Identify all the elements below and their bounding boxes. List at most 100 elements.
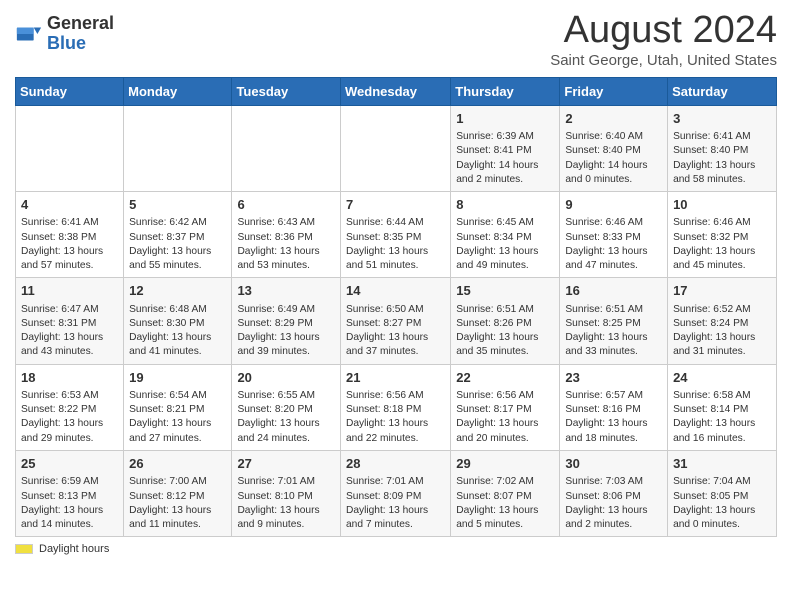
calendar-header-row: SundayMondayTuesdayWednesdayThursdayFrid… bbox=[16, 77, 777, 105]
calendar-cell-1-2: 6 Sunrise: 6:43 AM Sunset: 8:36 PM Daylig… bbox=[232, 192, 341, 278]
day-info: Sunrise: 6:56 AM Sunset: 8:17 PM Dayligh… bbox=[456, 389, 554, 446]
calendar-cell-4-2: 27Sunrise: 7:01 AM Sunset: 8:10 PM Dayli… bbox=[232, 451, 341, 537]
logo-icon bbox=[15, 20, 43, 48]
day-number: 10 bbox=[673, 196, 771, 214]
calendar-week-1: 1 Sunrise: 6:39 AM Sunset: 8:41 PM Daylig… bbox=[16, 105, 777, 191]
day-info: Sunrise: 6:49 AM Sunset: 8:29 PM Dayligh… bbox=[237, 303, 335, 360]
daylight-label: Daylight hours bbox=[39, 543, 109, 555]
day-number: 30 bbox=[565, 455, 662, 473]
day-info: Sunrise: 6:41 AM Sunset: 8:40 PM Dayligh… bbox=[673, 130, 771, 187]
calendar-cell-1-0: 4 Sunrise: 6:41 AM Sunset: 8:38 PM Daylig… bbox=[16, 192, 124, 278]
calendar-cell-4-5: 30 Sunrise: 7:03 AM Sunset: 8:06 PM Dayli… bbox=[560, 451, 668, 537]
calendar-cell-3-4: 22 Sunrise: 6:56 AM Sunset: 8:17 PM Dayli… bbox=[451, 364, 560, 450]
calendar-cell-2-5: 16 Sunrise: 6:51 AM Sunset: 8:25 PM Dayli… bbox=[560, 278, 668, 364]
day-info: Sunrise: 7:00 AM Sunset: 8:12 PM Dayligh… bbox=[129, 475, 226, 532]
header: General Blue August 2024 Saint George, U… bbox=[15, 10, 777, 69]
day-info: Sunrise: 6:51 AM Sunset: 8:26 PM Dayligh… bbox=[456, 303, 554, 360]
calendar-cell-3-2: 20 Sunrise: 6:55 AM Sunset: 8:20 PM Dayli… bbox=[232, 364, 341, 450]
day-number: 29 bbox=[456, 455, 554, 473]
day-number: 8 bbox=[456, 196, 554, 214]
logo: General Blue bbox=[15, 10, 114, 54]
title-area: August 2024 Saint George, Utah, United S… bbox=[550, 10, 777, 69]
day-number: 15 bbox=[456, 282, 554, 300]
day-info: Sunrise: 6:44 AM Sunset: 8:35 PM Dayligh… bbox=[346, 216, 445, 273]
day-info: Sunrise: 6:53 AM Sunset: 8:22 PM Dayligh… bbox=[21, 389, 118, 446]
day-info: Sunrise: 6:52 AM Sunset: 8:24 PM Dayligh… bbox=[673, 303, 771, 360]
day-info: Sunrise: 6:43 AM Sunset: 8:36 PM Dayligh… bbox=[237, 216, 335, 273]
calendar-cell-2-6: 17Sunrise: 6:52 AM Sunset: 8:24 PM Dayli… bbox=[668, 278, 777, 364]
calendar-cell-2-0: 11Sunrise: 6:47 AM Sunset: 8:31 PM Dayli… bbox=[16, 278, 124, 364]
calendar-cell-4-1: 26Sunrise: 7:00 AM Sunset: 8:12 PM Dayli… bbox=[124, 451, 232, 537]
day-info: Sunrise: 6:46 AM Sunset: 8:32 PM Dayligh… bbox=[673, 216, 771, 273]
day-number: 11 bbox=[21, 282, 118, 300]
day-info: Sunrise: 6:40 AM Sunset: 8:40 PM Dayligh… bbox=[565, 130, 662, 187]
calendar-cell-2-3: 14Sunrise: 6:50 AM Sunset: 8:27 PM Dayli… bbox=[341, 278, 451, 364]
calendar-cell-3-5: 23Sunrise: 6:57 AM Sunset: 8:16 PM Dayli… bbox=[560, 364, 668, 450]
day-info: Sunrise: 6:48 AM Sunset: 8:30 PM Dayligh… bbox=[129, 303, 226, 360]
month-title: August 2024 bbox=[550, 10, 777, 52]
day-number: 21 bbox=[346, 369, 445, 387]
day-number: 23 bbox=[565, 369, 662, 387]
calendar-table: SundayMondayTuesdayWednesdayThursdayFrid… bbox=[15, 77, 777, 538]
day-number: 5 bbox=[129, 196, 226, 214]
day-number: 13 bbox=[237, 282, 335, 300]
logo-general-text: General bbox=[47, 13, 114, 33]
day-number: 12 bbox=[129, 282, 226, 300]
day-info: Sunrise: 6:55 AM Sunset: 8:20 PM Dayligh… bbox=[237, 389, 335, 446]
calendar-cell-4-6: 31 Sunrise: 7:04 AM Sunset: 8:05 PM Dayli… bbox=[668, 451, 777, 537]
day-info: Sunrise: 6:59 AM Sunset: 8:13 PM Dayligh… bbox=[21, 475, 118, 532]
calendar-cell-4-4: 29 Sunrise: 7:02 AM Sunset: 8:07 PM Dayli… bbox=[451, 451, 560, 537]
day-info: Sunrise: 7:02 AM Sunset: 8:07 PM Dayligh… bbox=[456, 475, 554, 532]
calendar-cell-0-4: 1 Sunrise: 6:39 AM Sunset: 8:41 PM Daylig… bbox=[451, 105, 560, 191]
day-number: 22 bbox=[456, 369, 554, 387]
daylight-bar-icon bbox=[15, 544, 33, 554]
calendar-cell-1-3: 7 Sunrise: 6:44 AM Sunset: 8:35 PM Daylig… bbox=[341, 192, 451, 278]
day-number: 1 bbox=[456, 110, 554, 128]
calendar-cell-3-0: 18Sunrise: 6:53 AM Sunset: 8:22 PM Dayli… bbox=[16, 364, 124, 450]
day-info: Sunrise: 6:56 AM Sunset: 8:18 PM Dayligh… bbox=[346, 389, 445, 446]
logo-blue-text: Blue bbox=[47, 33, 86, 53]
day-number: 4 bbox=[21, 196, 118, 214]
day-number: 6 bbox=[237, 196, 335, 214]
day-info: Sunrise: 6:41 AM Sunset: 8:38 PM Dayligh… bbox=[21, 216, 118, 273]
calendar-week-3: 11Sunrise: 6:47 AM Sunset: 8:31 PM Dayli… bbox=[16, 278, 777, 364]
calendar-header-sunday: Sunday bbox=[16, 77, 124, 105]
day-number: 14 bbox=[346, 282, 445, 300]
calendar-cell-2-1: 12 Sunrise: 6:48 AM Sunset: 8:30 PM Dayli… bbox=[124, 278, 232, 364]
day-info: Sunrise: 6:51 AM Sunset: 8:25 PM Dayligh… bbox=[565, 303, 662, 360]
calendar-cell-3-1: 19Sunrise: 6:54 AM Sunset: 8:21 PM Dayli… bbox=[124, 364, 232, 450]
day-number: 7 bbox=[346, 196, 445, 214]
location-subtitle: Saint George, Utah, United States bbox=[550, 52, 777, 69]
day-number: 20 bbox=[237, 369, 335, 387]
calendar-cell-1-4: 8Sunrise: 6:45 AM Sunset: 8:34 PM Daylig… bbox=[451, 192, 560, 278]
calendar-cell-0-5: 2 Sunrise: 6:40 AM Sunset: 8:40 PM Daylig… bbox=[560, 105, 668, 191]
day-info: Sunrise: 6:42 AM Sunset: 8:37 PM Dayligh… bbox=[129, 216, 226, 273]
calendar-header-monday: Monday bbox=[124, 77, 232, 105]
calendar-cell-4-0: 25Sunrise: 6:59 AM Sunset: 8:13 PM Dayli… bbox=[16, 451, 124, 537]
calendar-header-saturday: Saturday bbox=[668, 77, 777, 105]
footer-note: Daylight hours bbox=[15, 543, 777, 555]
calendar-cell-0-3 bbox=[341, 105, 451, 191]
calendar-week-2: 4 Sunrise: 6:41 AM Sunset: 8:38 PM Daylig… bbox=[16, 192, 777, 278]
calendar-week-4: 18Sunrise: 6:53 AM Sunset: 8:22 PM Dayli… bbox=[16, 364, 777, 450]
calendar-header-thursday: Thursday bbox=[451, 77, 560, 105]
day-info: Sunrise: 7:03 AM Sunset: 8:06 PM Dayligh… bbox=[565, 475, 662, 532]
day-info: Sunrise: 6:58 AM Sunset: 8:14 PM Dayligh… bbox=[673, 389, 771, 446]
day-number: 2 bbox=[565, 110, 662, 128]
calendar-header-friday: Friday bbox=[560, 77, 668, 105]
day-number: 16 bbox=[565, 282, 662, 300]
day-info: Sunrise: 6:39 AM Sunset: 8:41 PM Dayligh… bbox=[456, 130, 554, 187]
day-info: Sunrise: 7:04 AM Sunset: 8:05 PM Dayligh… bbox=[673, 475, 771, 532]
calendar-cell-0-6: 3 Sunrise: 6:41 AM Sunset: 8:40 PM Daylig… bbox=[668, 105, 777, 191]
calendar-cell-3-6: 24 Sunrise: 6:58 AM Sunset: 8:14 PM Dayli… bbox=[668, 364, 777, 450]
calendar-cell-2-4: 15 Sunrise: 6:51 AM Sunset: 8:26 PM Dayli… bbox=[451, 278, 560, 364]
day-number: 24 bbox=[673, 369, 771, 387]
day-number: 9 bbox=[565, 196, 662, 214]
day-number: 31 bbox=[673, 455, 771, 473]
day-number: 3 bbox=[673, 110, 771, 128]
calendar-cell-0-0 bbox=[16, 105, 124, 191]
calendar-cell-0-2 bbox=[232, 105, 341, 191]
day-info: Sunrise: 7:01 AM Sunset: 8:10 PM Dayligh… bbox=[237, 475, 335, 532]
day-info: Sunrise: 6:46 AM Sunset: 8:33 PM Dayligh… bbox=[565, 216, 662, 273]
calendar-header-wednesday: Wednesday bbox=[341, 77, 451, 105]
